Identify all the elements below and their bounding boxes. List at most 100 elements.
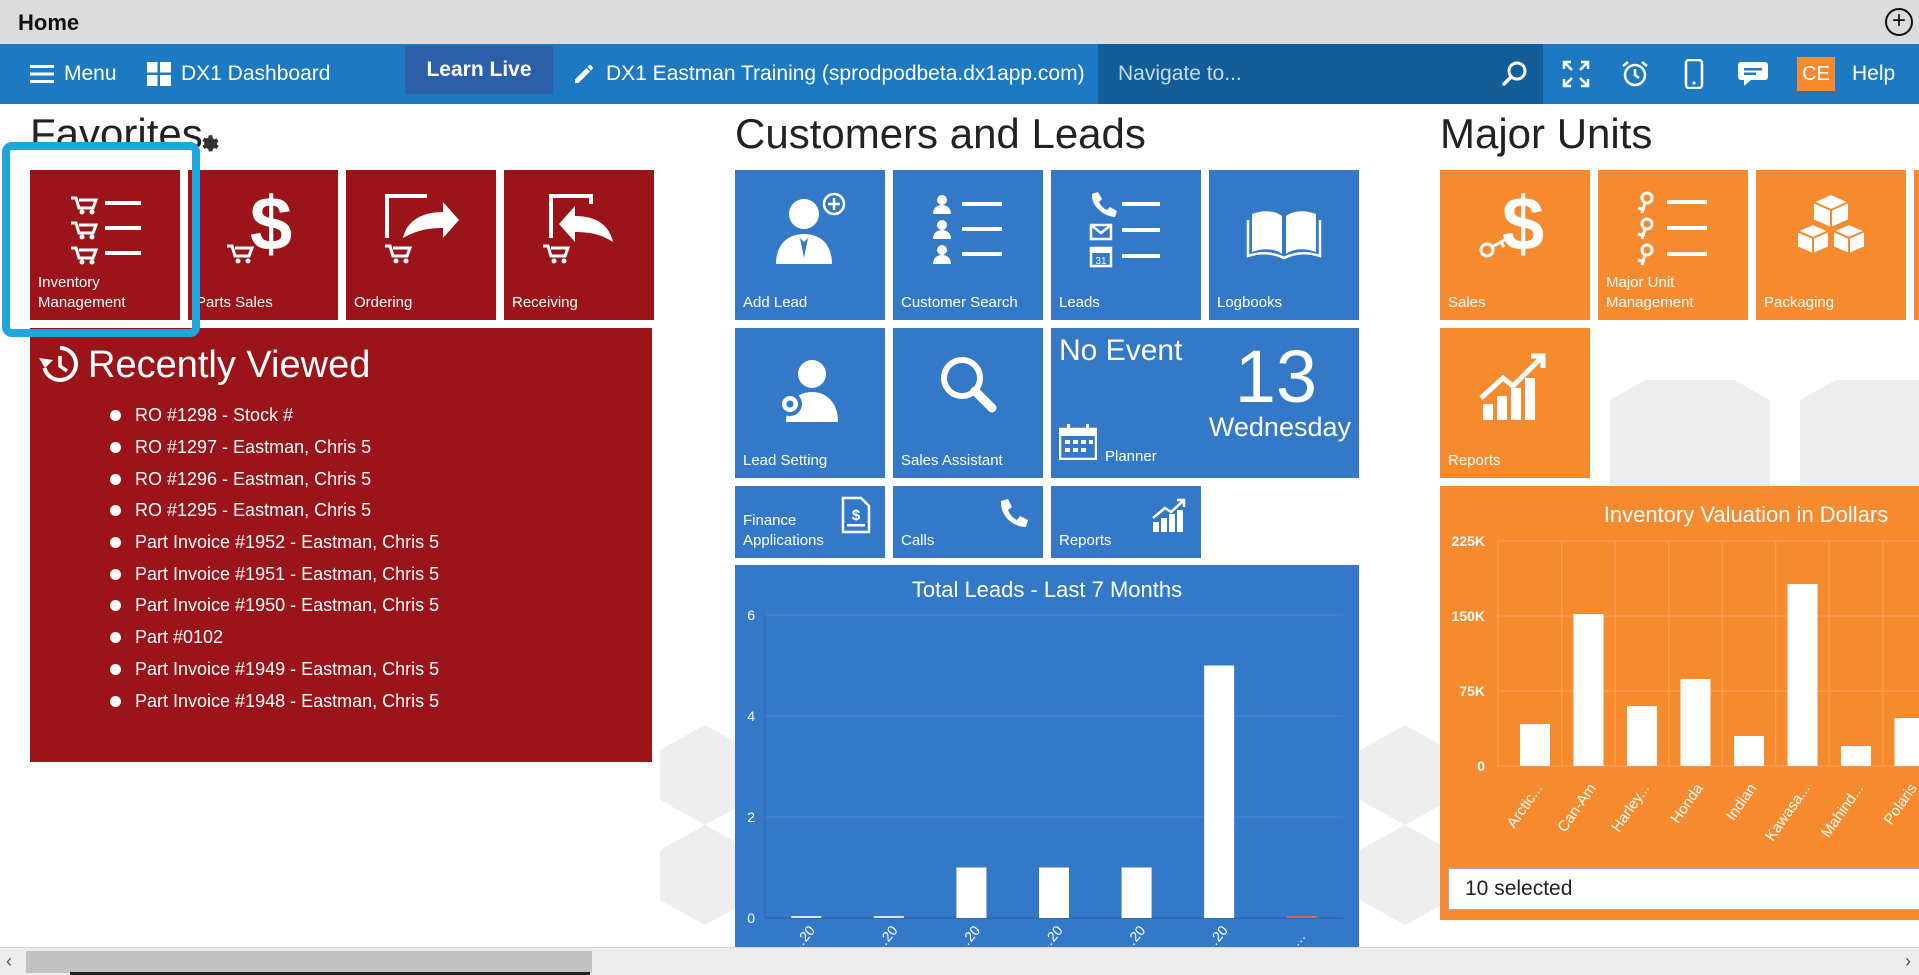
open-book-icon bbox=[1246, 211, 1322, 260]
windows-grid-icon bbox=[147, 62, 171, 86]
history-icon bbox=[39, 346, 78, 382]
bar bbox=[1894, 718, 1919, 766]
tile-label: Sales Assistant bbox=[901, 452, 1003, 469]
tile-label: Finance Applications bbox=[743, 512, 824, 549]
navigate-input[interactable] bbox=[1118, 58, 1478, 90]
cart-receive-icon bbox=[543, 194, 613, 264]
navigate-search bbox=[1098, 44, 1543, 104]
recent-item[interactable]: Part Invoice #1951 - Eastman, Chris 5 bbox=[110, 558, 439, 590]
y-tick-label: 4 bbox=[747, 708, 755, 724]
tile-leads-reports[interactable]: Reports bbox=[1051, 486, 1201, 558]
x-tick-label: … bbox=[1287, 928, 1308, 947]
bar bbox=[1734, 736, 1764, 766]
tile-logbooks[interactable]: Logbooks bbox=[1209, 170, 1359, 320]
bar bbox=[873, 916, 904, 918]
tile-major-unit-management[interactable]: Major Unit Management bbox=[1598, 170, 1748, 320]
tile-mu-sales[interactable]: $ Sales bbox=[1440, 170, 1590, 320]
pencil-icon bbox=[575, 65, 593, 83]
site-label: DX1 Eastman Training (sprodpodbeta.dx1ap… bbox=[606, 62, 1085, 85]
tile-receiving[interactable]: Receiving bbox=[504, 170, 654, 320]
tile-ordering[interactable]: Ordering bbox=[346, 170, 496, 320]
recent-item[interactable]: Part Invoice #1948 - Eastman, Chris 5 bbox=[110, 685, 439, 717]
mobile-phone-icon[interactable] bbox=[1678, 58, 1710, 90]
event-day: 13 bbox=[1234, 335, 1317, 418]
y-tick-label: 2 bbox=[747, 809, 755, 825]
recent-item[interactable]: RO #1297 - Eastman, Chris 5 bbox=[110, 432, 439, 464]
bar bbox=[1039, 867, 1069, 918]
leads-chart-panel: Total Leads - Last 7 Months 0 2 4 6 …20 …20 …20… bbox=[735, 565, 1359, 947]
inventory-bar-chart: Inventory Valuation in Dollars 0 75K 150K 22… bbox=[1452, 502, 1919, 844]
boxes-icon bbox=[1794, 192, 1868, 256]
x-tick-label: …20 bbox=[1200, 922, 1231, 947]
recent-item[interactable]: Part Invoice #1949 - Eastman, Chris 5 bbox=[110, 654, 439, 686]
alarm-clock-icon[interactable] bbox=[1619, 58, 1651, 90]
tile-add-lead[interactable]: Add Lead bbox=[735, 170, 885, 320]
tile-sales-assistant[interactable]: Sales Assistant bbox=[893, 328, 1043, 478]
scroll-right-icon[interactable]: › bbox=[1905, 951, 1911, 972]
scroll-left-icon[interactable]: ‹ bbox=[6, 951, 12, 972]
add-user-icon bbox=[776, 192, 846, 264]
search-icon[interactable] bbox=[1501, 60, 1529, 88]
y-tick-label: 0 bbox=[747, 910, 755, 926]
tile-parts-sales[interactable]: $ Parts Sales bbox=[188, 170, 338, 320]
scrollbar-thumb[interactable] bbox=[26, 951, 592, 973]
add-icon[interactable]: + bbox=[1885, 8, 1913, 36]
window-title: Home bbox=[18, 10, 80, 35]
chat-icon[interactable] bbox=[1737, 58, 1769, 90]
y-tick-label: 0 bbox=[1477, 758, 1485, 774]
bar bbox=[1573, 614, 1604, 766]
tile-customer-search[interactable]: Customer Search bbox=[893, 170, 1043, 320]
user-avatar[interactable]: CE bbox=[1797, 57, 1835, 91]
learn-live-button[interactable]: Learn Live bbox=[405, 46, 553, 94]
recent-item[interactable]: Part Invoice #1950 - Eastman, Chris 5 bbox=[110, 590, 439, 622]
recent-item[interactable]: Part Invoice #1952 - Eastman, Chris 5 bbox=[110, 527, 439, 559]
tile-label: Major Unit Management bbox=[1606, 274, 1694, 311]
chart-title: Inventory Valuation in Dollars bbox=[1604, 502, 1889, 527]
recent-item[interactable]: RO #1298 - Stock # bbox=[110, 400, 439, 432]
key-list-icon bbox=[1637, 191, 1707, 266]
planner-label: Planner bbox=[1105, 448, 1157, 465]
dollar-key-icon: $ bbox=[1479, 188, 1544, 267]
horizontal-scrollbar[interactable]: ‹ › bbox=[0, 947, 1919, 975]
menu-button[interactable]: Menu bbox=[30, 44, 117, 104]
tile-finance-applications[interactable]: $ Finance Applications bbox=[735, 486, 885, 558]
x-tick-label: Indian bbox=[1723, 781, 1760, 824]
recently-viewed-list: RO #1298 - Stock # RO #1297 - Eastman, C… bbox=[110, 400, 439, 717]
x-tick-label: Polaris bbox=[1881, 781, 1919, 828]
bar bbox=[1787, 584, 1818, 766]
inventory-chart-panel: Inventory Valuation in Dollars 0 75K 150K 22… bbox=[1440, 486, 1919, 920]
tile-calls[interactable]: Calls bbox=[893, 486, 1043, 558]
bar bbox=[1204, 665, 1235, 918]
x-tick-label: …20 bbox=[869, 922, 900, 947]
dashboard-button[interactable]: DX1 Dashboard bbox=[147, 44, 330, 104]
make-selector[interactable]: 10 selected bbox=[1448, 868, 1919, 910]
svg-text:$: $ bbox=[852, 507, 861, 524]
site-link[interactable]: DX1 Eastman Training (sprodpodbeta.dx1ap… bbox=[572, 44, 1085, 104]
fullscreen-icon[interactable] bbox=[1560, 58, 1592, 90]
gear-icon[interactable] bbox=[198, 132, 220, 154]
tile-leads[interactable]: 31 Leads bbox=[1051, 170, 1201, 320]
bar bbox=[1680, 679, 1711, 766]
x-tick-label: Arctic... bbox=[1504, 781, 1547, 832]
recent-item[interactable]: RO #1295 - Eastman, Chris 5 bbox=[110, 495, 439, 527]
recent-item[interactable]: Part #0102 bbox=[110, 622, 439, 654]
x-tick-label: …20 bbox=[787, 922, 818, 947]
tile-label: Sales bbox=[1448, 294, 1486, 311]
menu-label: Menu bbox=[64, 62, 117, 85]
finance-document-icon: $ bbox=[841, 496, 871, 534]
hamburger-icon bbox=[30, 65, 54, 83]
y-tick-label: 150K bbox=[1452, 608, 1485, 624]
help-link[interactable]: Help bbox=[1852, 44, 1895, 104]
tile-packaging[interactable]: Packaging bbox=[1756, 170, 1906, 320]
svg-text:$: $ bbox=[1502, 188, 1544, 267]
y-tick-label: 225K bbox=[1452, 533, 1485, 549]
tile-label: Customer Search bbox=[901, 294, 1018, 311]
x-tick-label: …20 bbox=[1035, 922, 1066, 947]
recent-item[interactable]: RO #1296 - Eastman, Chris 5 bbox=[110, 463, 439, 495]
chart-title: Total Leads - Last 7 Months bbox=[912, 577, 1182, 602]
selection-highlight bbox=[2, 142, 200, 337]
leads-bar-chart: Total Leads - Last 7 Months 0 2 4 6 …20 …20 …20… bbox=[747, 577, 1343, 947]
tile-mu-reports[interactable]: Reports bbox=[1440, 328, 1590, 478]
tile-lead-setting[interactable]: Lead Setting bbox=[735, 328, 885, 478]
tile-planner[interactable]: No Event 13 Wednesday Planner bbox=[1051, 328, 1359, 478]
